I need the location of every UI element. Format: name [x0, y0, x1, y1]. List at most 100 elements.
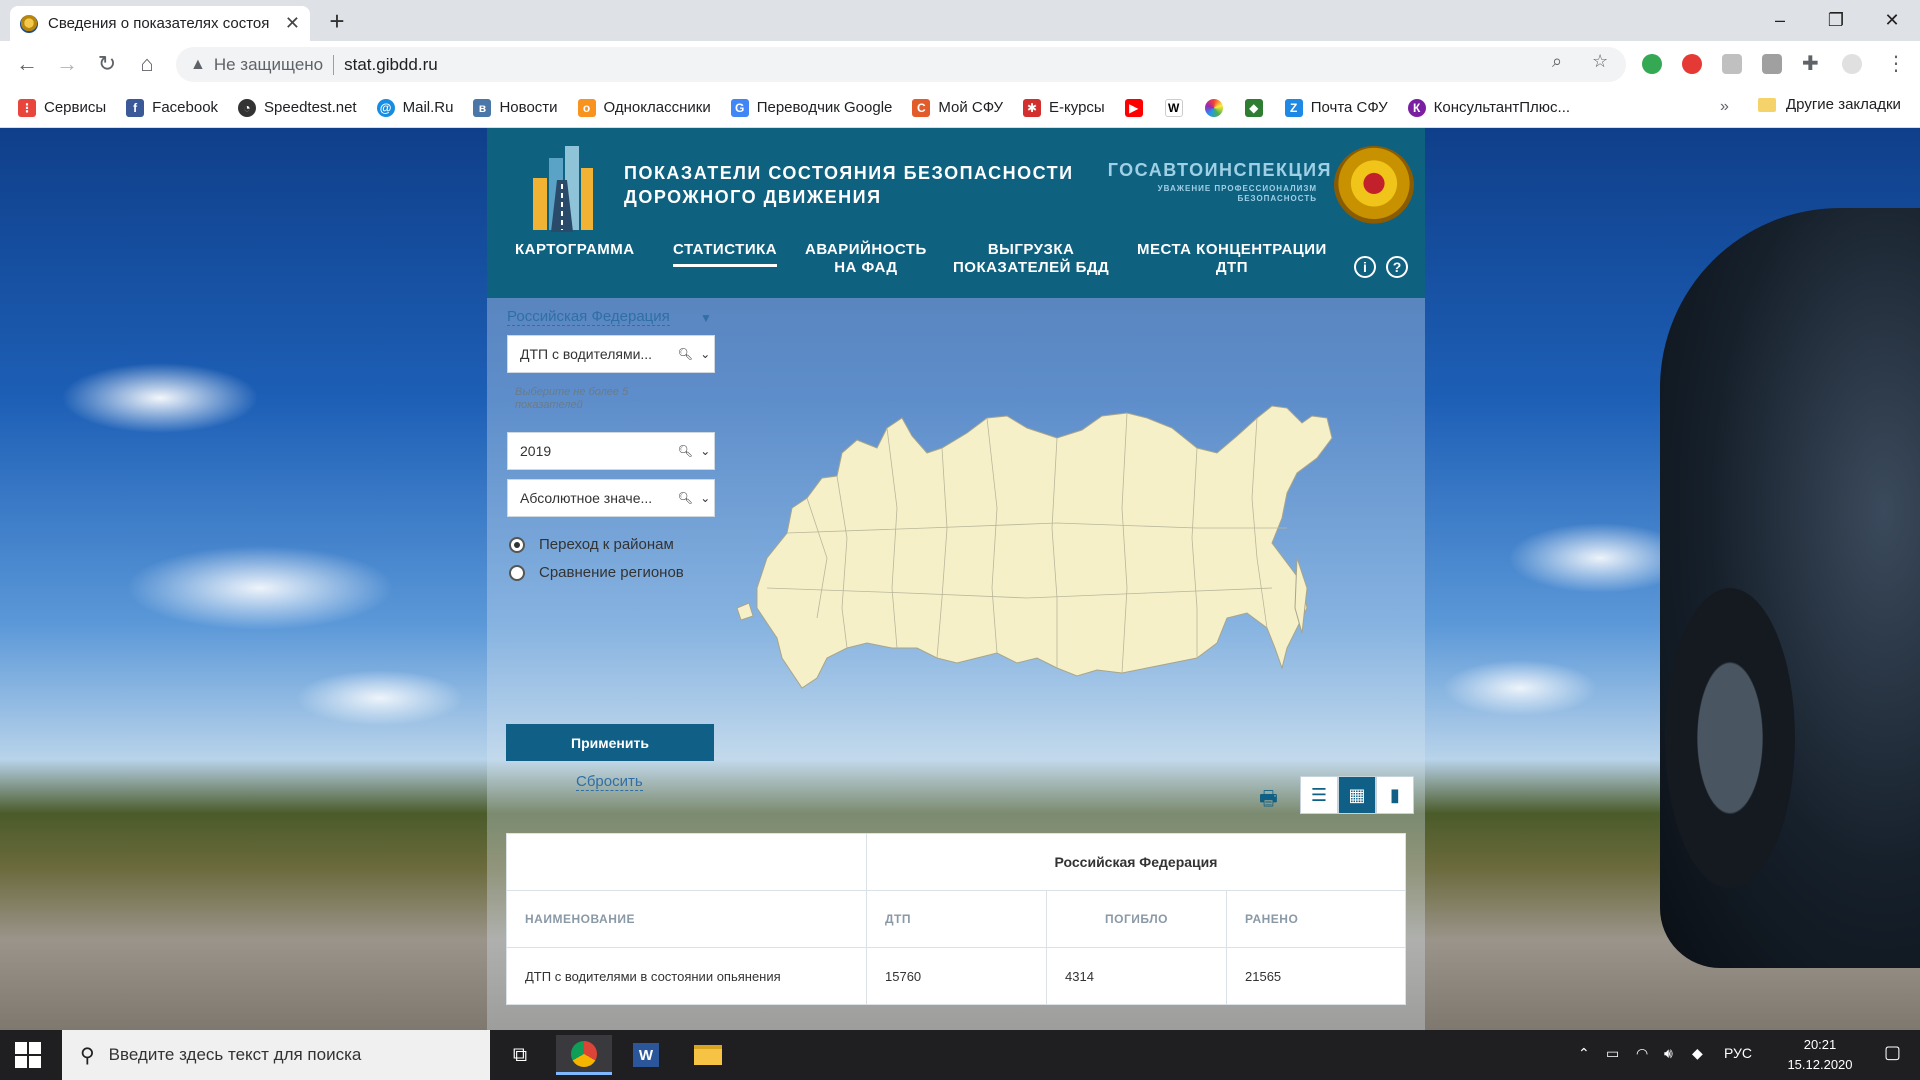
profile-avatar-icon[interactable] — [1842, 54, 1862, 74]
road-buildings-logo-icon[interactable] — [527, 140, 597, 235]
bookmark-item[interactable]: Z Почта СФУ — [1284, 98, 1388, 117]
task-view-icon[interactable]: ⧉ — [492, 1035, 548, 1075]
extension-photo-icon[interactable] — [1762, 54, 1782, 74]
restore-button[interactable]: ❐ — [1808, 0, 1864, 41]
bookmark-item[interactable]: ⋮ Сервисы — [18, 98, 106, 117]
bookmark-item[interactable]: К КонсультантПлюс... — [1407, 98, 1570, 117]
nav-kartogramma[interactable]: КАРТОГРАММА — [515, 241, 635, 259]
new-tab-button[interactable]: + — [320, 6, 354, 36]
bookmark-item[interactable]: ✱ Е-курсы — [1023, 98, 1105, 117]
bookmark-item[interactable]: ▶ — [1124, 98, 1151, 117]
browser-menu-icon[interactable]: ⋮ — [1886, 51, 1906, 76]
bookmark-item[interactable]: о Одноклассники — [577, 98, 711, 117]
ecourses-icon: ✱ — [1023, 98, 1042, 117]
taskbar-search-box[interactable]: ⚲ Введите здесь текст для поиска — [62, 1030, 490, 1080]
indicator-select[interactable]: ДТП с водителями... 🔍︎ ⌄ — [507, 335, 715, 373]
system-clock[interactable]: 20:21 15.12.2020 — [1760, 1035, 1880, 1075]
close-window-button[interactable]: ✕ — [1864, 0, 1920, 41]
region-selector[interactable]: Российская Федерация — [507, 308, 670, 326]
chevron-down-icon[interactable]: ⌄ — [700, 444, 710, 458]
tab-close-icon[interactable]: ✕ — [285, 13, 300, 34]
indicator-hint: Выберите не более 5 показателей — [515, 386, 629, 411]
bookmark-star-icon[interactable]: ☆ — [1592, 51, 1608, 72]
radio-districts[interactable]: Переход к районам — [509, 536, 674, 553]
zoom-search-icon[interactable]: ⌕ — [1552, 51, 1562, 72]
dropbox-icon[interactable]: ◆ — [1692, 1045, 1703, 1062]
table-header-row: НАИМЕНОВАНИЕ ДТП ПОГИБЛО РАНЕНО — [507, 891, 1405, 948]
extensions-puzzle-icon[interactable]: ✚ — [1802, 51, 1819, 76]
bookmark-item[interactable]: f Facebook — [126, 98, 218, 117]
list-view-button[interactable]: ☰ — [1300, 776, 1338, 814]
back-button[interactable]: ← — [10, 47, 44, 81]
reload-button[interactable]: ↻ — [90, 47, 124, 81]
column-header: РАНЕНО — [1245, 912, 1299, 926]
game-icon: ◆ — [1244, 98, 1263, 117]
russia-regions-map[interactable] — [727, 358, 1387, 738]
windows-taskbar: ⚲ Введите здесь текст для поиска ⧉ W ⌃ ▭… — [0, 1030, 1920, 1080]
print-icon[interactable]: 🖶︎ — [1259, 784, 1278, 818]
extension-green-icon[interactable] — [1642, 54, 1662, 74]
year-select[interactable]: 2019 🔍︎ ⌄ — [507, 432, 715, 470]
bookmark-item[interactable]: G Переводчик Google — [730, 98, 892, 117]
other-bookmarks-folder[interactable]: Другие закладки — [1758, 96, 1901, 113]
chevron-down-icon[interactable]: ⌄ — [700, 491, 710, 505]
table-icon: ▦ — [1348, 784, 1366, 805]
kaliningrad-region[interactable] — [736, 602, 754, 621]
minimize-button[interactable]: – — [1752, 0, 1808, 41]
chevron-down-icon[interactable]: ▼ — [700, 311, 712, 325]
language-indicator[interactable]: РУС — [1724, 1045, 1752, 1061]
page-background: ПОКАЗАТЕЛИ СОСТОЯНИЯ БЕЗОПАСНОСТИ ДОРОЖН… — [0, 128, 1920, 1030]
battery-icon[interactable]: ▭ — [1606, 1045, 1619, 1062]
table-view-button[interactable]: ▦ — [1338, 776, 1376, 814]
russia-outline[interactable] — [756, 405, 1333, 689]
bookmark-item[interactable] — [1204, 98, 1231, 117]
url-text[interactable]: stat.gibdd.ru — [344, 55, 438, 75]
radio-unchecked-icon[interactable] — [509, 564, 525, 581]
chevron-down-icon[interactable]: ⌄ — [700, 347, 710, 361]
nav-vygruzka-bdd[interactable]: ВЫГРУЗКА ПОКАЗАТЕЛЕЙ БДД — [953, 241, 1109, 277]
forward-button[interactable]: → — [50, 47, 84, 81]
search-icon[interactable]: 🔍︎ — [678, 491, 693, 505]
address-bar[interactable]: ▲ Не защищено stat.gibdd.ru — [176, 47, 1626, 82]
chrome-taskbar-icon[interactable] — [556, 1035, 612, 1075]
browser-tab-active[interactable]: Сведения о показателях состоя ✕ — [10, 6, 310, 41]
gosavtoinspektsiya-motto: УВАЖЕНИЕ ПРОФЕССИОНАЛИЗМ БЕЗОПАСНОСТЬ — [1157, 184, 1317, 203]
volume-icon[interactable]: 🔊︎ — [1664, 1045, 1673, 1062]
nav-avariynost-fad[interactable]: АВАРИЙНОСТЬ НА ФАД — [805, 241, 927, 277]
info-icon[interactable]: i — [1354, 256, 1376, 278]
home-button[interactable]: ⌂ — [130, 47, 164, 81]
value-type-select[interactable]: Абсолютное значе... 🔍︎ ⌄ — [507, 479, 715, 517]
radio-compare-regions[interactable]: Сравнение регионов — [509, 564, 684, 581]
speedometer-icon: ◔ — [238, 98, 257, 117]
search-icon[interactable]: 🔍︎ — [678, 347, 693, 361]
reset-link[interactable]: Сбросить — [576, 773, 643, 791]
notifications-icon[interactable]: ▢ — [1884, 1042, 1901, 1063]
bookmark-item[interactable]: ◆ — [1244, 98, 1271, 117]
radio-checked-icon[interactable] — [509, 536, 525, 553]
table-empty-header — [507, 834, 867, 890]
adblock-icon[interactable] — [1682, 54, 1702, 74]
windows-start-icon[interactable] — [15, 1042, 41, 1068]
show-hidden-icons-icon[interactable]: ⌃ — [1578, 1045, 1590, 1062]
tab-title: Сведения о показателях состоя — [48, 15, 270, 32]
help-icon[interactable]: ? — [1386, 256, 1408, 278]
bookmarks-more-icon[interactable]: » — [1720, 98, 1729, 116]
apply-button[interactable]: Применить — [506, 724, 714, 761]
bookmark-item[interactable]: С Мой СФУ — [912, 98, 1003, 117]
row-killed: 4314 — [1047, 948, 1227, 1004]
explorer-taskbar-icon[interactable] — [680, 1035, 736, 1075]
nav-mesta-dtp[interactable]: МЕСТА КОНЦЕНТРАЦИИ ДТП — [1137, 241, 1327, 277]
bookmark-item[interactable]: W — [1164, 98, 1191, 117]
word-taskbar-icon[interactable]: W — [618, 1035, 674, 1075]
chart-view-button[interactable]: ▮ — [1376, 776, 1414, 814]
column-header: ПОГИБЛО — [1047, 891, 1227, 947]
search-icon[interactable]: 🔍︎ — [678, 444, 693, 458]
bookmark-item[interactable]: @ Mail.Ru — [376, 98, 453, 117]
nav-statistika[interactable]: СТАТИСТИКА — [673, 241, 778, 267]
extension-gray-icon[interactable] — [1722, 54, 1742, 74]
bookmark-item[interactable]: ◔ Speedtest.net — [238, 98, 357, 117]
table-header-region-row: Российская Федерация — [507, 834, 1405, 891]
wifi-icon[interactable]: ◠ — [1636, 1045, 1648, 1062]
statistics-table: Российская Федерация НАИМЕНОВАНИЕ ДТП ПО… — [506, 833, 1406, 1005]
bookmark-item[interactable]: в Новости — [473, 98, 558, 117]
